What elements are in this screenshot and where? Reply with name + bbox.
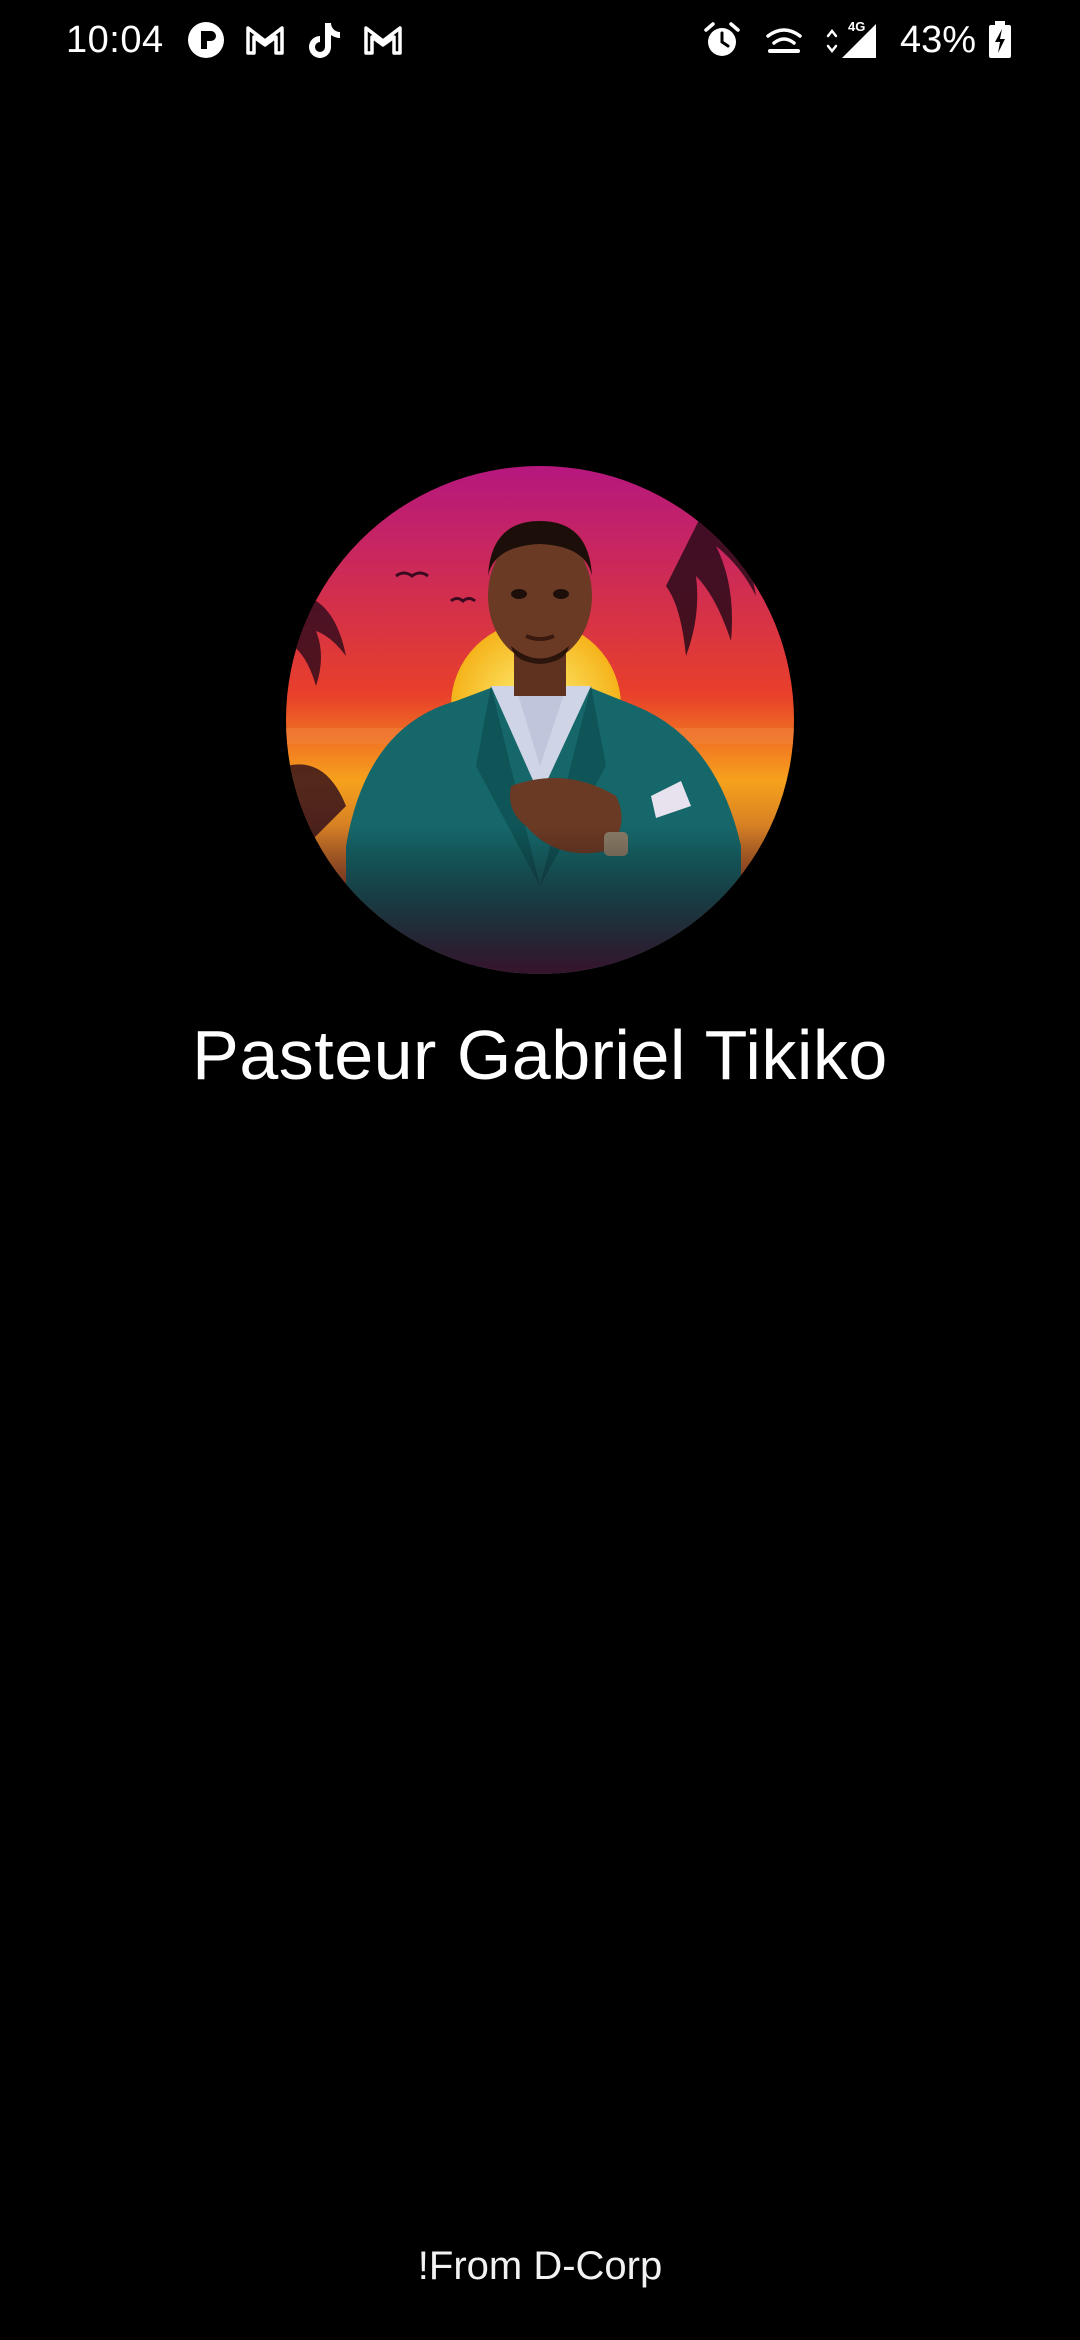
status-time: 10:04 [66,19,164,61]
app-title: Pasteur Gabriel Tikiko [192,1016,888,1094]
profile-avatar [286,466,794,974]
signal-4g-icon: 4G [824,18,880,62]
tiktok-icon [302,18,346,62]
battery-percentage: 43% [899,19,976,61]
hotspot-icon [762,18,806,62]
svg-text:4G: 4G [848,20,865,34]
gmail-icon [361,18,405,62]
battery-charging-icon [986,18,1014,62]
footer-credit: !From D-Corp [417,2244,663,2288]
alarm-icon [700,18,744,62]
gmail-icon [243,18,287,62]
system-icons: 4G 43% [682,18,1014,62]
status-bar: 10:04 4G 43% [0,0,1080,80]
messenger-icon [184,18,228,62]
notification-icons [184,18,420,62]
